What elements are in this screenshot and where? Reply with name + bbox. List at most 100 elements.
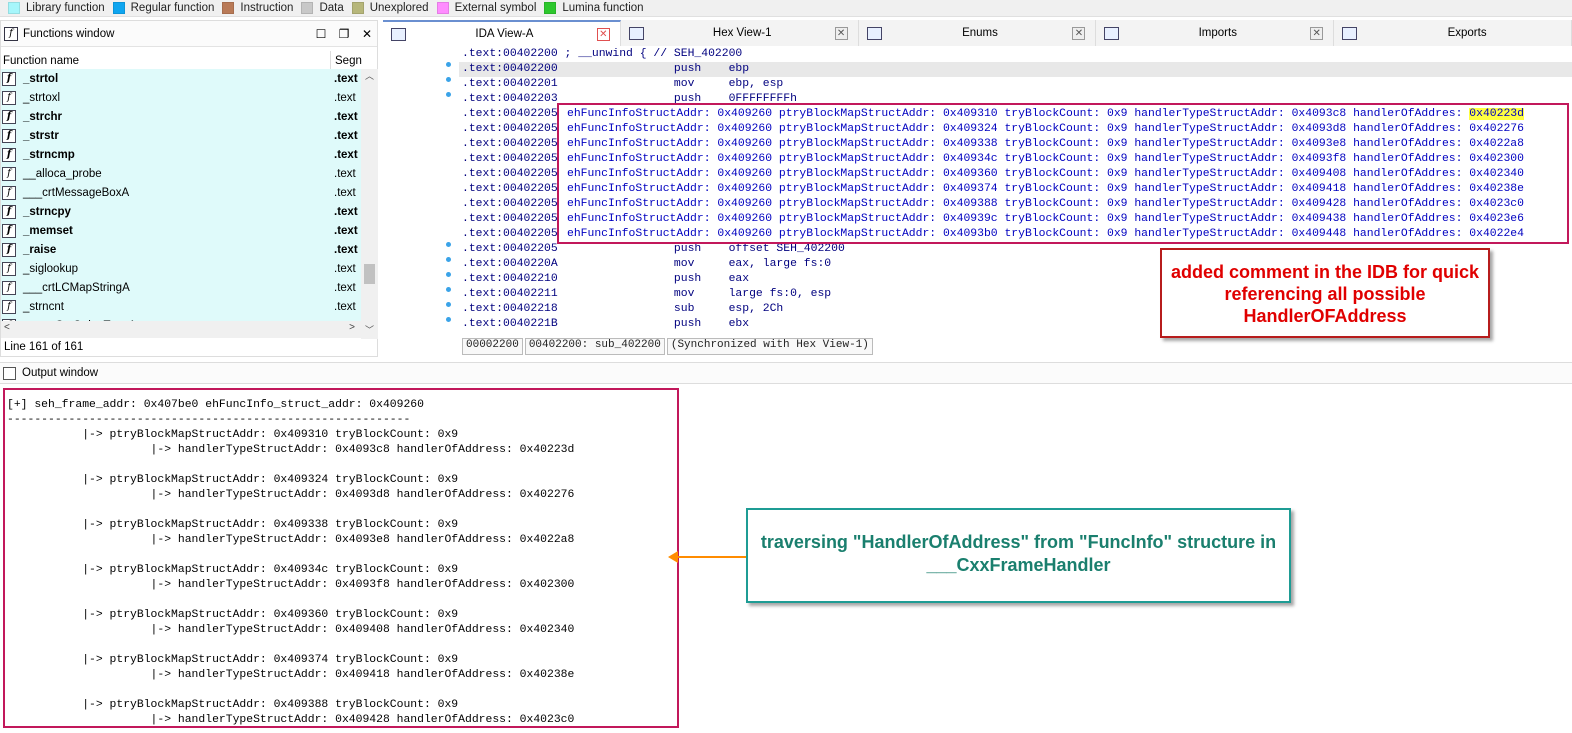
scroll-left-icon[interactable]: < bbox=[4, 322, 10, 333]
function-segment: .text bbox=[334, 186, 356, 199]
breakpoint-dot bbox=[446, 92, 451, 97]
function-row[interactable]: f _siglookup .text bbox=[1, 259, 361, 278]
function-row[interactable]: f _memset .text bbox=[1, 221, 361, 240]
disasm-line[interactable]: .text:00402205 bbox=[462, 197, 558, 212]
scrollbar-thumb[interactable] bbox=[364, 264, 375, 284]
function-row[interactable]: f _strchr .text bbox=[1, 107, 361, 126]
output-line: |-> handlerTypeStructAddr: 0x4093c8 hand… bbox=[7, 444, 575, 456]
function-row[interactable]: f ___crtLCMapStringA .text bbox=[1, 278, 361, 297]
function-segment: .text bbox=[334, 281, 356, 294]
function-row[interactable]: f _strncpy .text bbox=[1, 202, 361, 221]
function-segment: .text bbox=[334, 300, 356, 313]
annotation-idb-comment: added comment in the IDB for quick refer… bbox=[1160, 248, 1490, 338]
function-row[interactable]: f _raise .text bbox=[1, 240, 361, 259]
ida-view-icon bbox=[391, 27, 406, 41]
functions-window-titlebar: f Functions window ☐ ❐ ✕ bbox=[1, 21, 377, 47]
disasm-line[interactable]: .text:00402205 bbox=[462, 227, 558, 242]
output-line: |-> ptryBlockMapStructAddr: 0x40934c try… bbox=[7, 564, 459, 576]
disasm-line[interactable]: .text:00402205 bbox=[462, 182, 558, 197]
output-line: |-> handlerTypeStructAddr: 0x409408 hand… bbox=[7, 624, 575, 636]
ida-gutter bbox=[383, 45, 459, 355]
disasm-line[interactable]: .text:00402205 bbox=[462, 212, 558, 227]
handler-address: 0x402340 bbox=[1469, 168, 1524, 180]
function-row[interactable]: f _strstr .text bbox=[1, 126, 361, 145]
disasm-line[interactable]: .text:00402201 mov ebp, esp bbox=[462, 77, 783, 92]
disasm-line[interactable]: .text:00402210 push eax bbox=[462, 272, 749, 287]
tab-close-icon[interactable]: ✕ bbox=[834, 26, 848, 40]
output-line: |-> ptryBlockMapStructAddr: 0x409324 try… bbox=[7, 474, 459, 486]
legend-item: Data bbox=[301, 2, 344, 14]
disasm-line[interactable]: .text:00402200 push ebp bbox=[459, 62, 1572, 77]
legend-swatch bbox=[8, 2, 20, 14]
tab-close-icon[interactable]: ✕ bbox=[1310, 26, 1324, 40]
annotation-arrow bbox=[670, 556, 746, 558]
legend-swatch bbox=[436, 2, 449, 14]
close-icon[interactable]: ✕ bbox=[357, 27, 377, 41]
disasm-line[interactable]: .text:00402211 mov large fs:0, esp bbox=[462, 287, 831, 302]
disasm-line[interactable]: .text:00402205 push offset SEH_402200 bbox=[462, 242, 845, 257]
function-icon: f bbox=[2, 261, 16, 276]
function-row[interactable]: f ___crtMessageBoxA .text bbox=[1, 183, 361, 202]
disasm-line[interactable]: .text:00402205 bbox=[462, 137, 558, 152]
function-icon: f bbox=[2, 242, 16, 257]
comment-text: ehFuncInfoStructAddr: 0x409260 ptryBlock… bbox=[567, 138, 1470, 150]
function-name: _strchr bbox=[23, 110, 62, 123]
function-row[interactable]: f _strncnt .text bbox=[1, 297, 361, 316]
tab-close-icon[interactable]: ✕ bbox=[596, 27, 610, 41]
handler-address: 0x4022e4 bbox=[1469, 228, 1524, 240]
disasm-line[interactable]: .text:00402200 ; __unwind { // SEH_40220… bbox=[462, 47, 742, 62]
function-icon: f bbox=[4, 26, 18, 41]
disasm-line[interactable]: .text:00402205 bbox=[462, 152, 558, 167]
disasm-line[interactable]: .text:00402218 sub esp, 2Ch bbox=[462, 302, 783, 317]
function-row[interactable]: f _strtol .text bbox=[1, 69, 361, 88]
disasm-line[interactable]: .text:00402205 bbox=[462, 107, 558, 122]
tab-enums[interactable]: Enums ✕ bbox=[858, 20, 1097, 46]
legend-item: Library function bbox=[8, 2, 105, 14]
tab-label: Enums bbox=[962, 27, 998, 39]
disasm-line[interactable]: .text:00402205 bbox=[462, 122, 558, 137]
breakpoint-dot bbox=[446, 62, 451, 67]
status-location: 00402200: sub_402200 bbox=[524, 338, 665, 355]
legend-swatch bbox=[301, 2, 314, 14]
output-line: |-> handlerTypeStructAddr: 0x4093e8 hand… bbox=[7, 534, 575, 546]
functions-list: f _strtol .text f _strtoxl .text f _strchr .text… bbox=[1, 69, 361, 321]
comment-line: ehFuncInfoStructAddr: 0x409260 ptryBlock… bbox=[567, 152, 1524, 167]
output-line: [+] seh_frame_addr: 0x407be0 ehFuncInfo_… bbox=[7, 399, 424, 411]
function-segment: .text bbox=[334, 167, 356, 180]
function-name: _strncnt bbox=[23, 300, 64, 313]
function-icon: f bbox=[2, 204, 16, 219]
tab-close-icon[interactable]: ✕ bbox=[1072, 26, 1086, 40]
output-window-title: Output window bbox=[22, 367, 99, 379]
disasm-line[interactable]: .text:0040220A mov eax, large fs:0 bbox=[462, 257, 831, 272]
vertical-scrollbar[interactable]: ︿ ﹀ bbox=[361, 69, 378, 339]
legend-label: Unexplored bbox=[369, 2, 429, 14]
tab-hex-view-1[interactable]: Hex View-1 ✕ bbox=[620, 20, 859, 46]
column-segment[interactable]: Segn bbox=[331, 55, 362, 67]
function-segment: .text bbox=[334, 205, 358, 218]
comment-text: ehFuncInfoStructAddr: 0x409260 ptryBlock… bbox=[567, 153, 1470, 165]
breakpoint-dot bbox=[446, 272, 451, 277]
tab-ida-view-a[interactable]: IDA View-A ✕ bbox=[383, 20, 621, 46]
output-window-content[interactable]: [+] seh_frame_addr: 0x407be0 ehFuncInfo_… bbox=[3, 388, 679, 728]
tab-imports[interactable]: Imports ✕ bbox=[1096, 20, 1335, 46]
tab-label: IDA View-A bbox=[475, 28, 534, 40]
status-sync: (Synchronized with Hex View-1) bbox=[666, 338, 873, 355]
handler-address: 0x4022a8 bbox=[1469, 138, 1524, 150]
comment-line: ehFuncInfoStructAddr: 0x409260 ptryBlock… bbox=[567, 227, 1524, 242]
maximize-icon[interactable]: ☐ bbox=[311, 27, 331, 41]
tab-exports[interactable]: Exports bbox=[1334, 20, 1572, 46]
output-line: |-> ptryBlockMapStructAddr: 0x409388 try… bbox=[7, 699, 459, 711]
disasm-line[interactable]: .text:0040221B push ebx bbox=[462, 317, 749, 332]
function-row[interactable]: f __alloca_probe .text bbox=[1, 164, 361, 183]
disasm-line[interactable]: .text:00402205 bbox=[462, 167, 558, 182]
function-name: _raise bbox=[23, 243, 57, 256]
handler-address: 0x402300 bbox=[1469, 153, 1524, 165]
output-line: |-> ptryBlockMapStructAddr: 0x409360 try… bbox=[7, 609, 459, 621]
column-function-name[interactable]: Function name bbox=[1, 51, 331, 70]
scroll-down-icon[interactable]: ﹀ bbox=[365, 323, 374, 336]
restore-icon[interactable]: ❐ bbox=[334, 27, 354, 41]
scroll-right-icon[interactable]: > bbox=[349, 322, 355, 333]
function-row[interactable]: f _strtoxl .text bbox=[1, 88, 361, 107]
horizontal-scrollbar[interactable]: < > bbox=[1, 321, 361, 338]
function-row[interactable]: f _strncmp .text bbox=[1, 145, 361, 164]
